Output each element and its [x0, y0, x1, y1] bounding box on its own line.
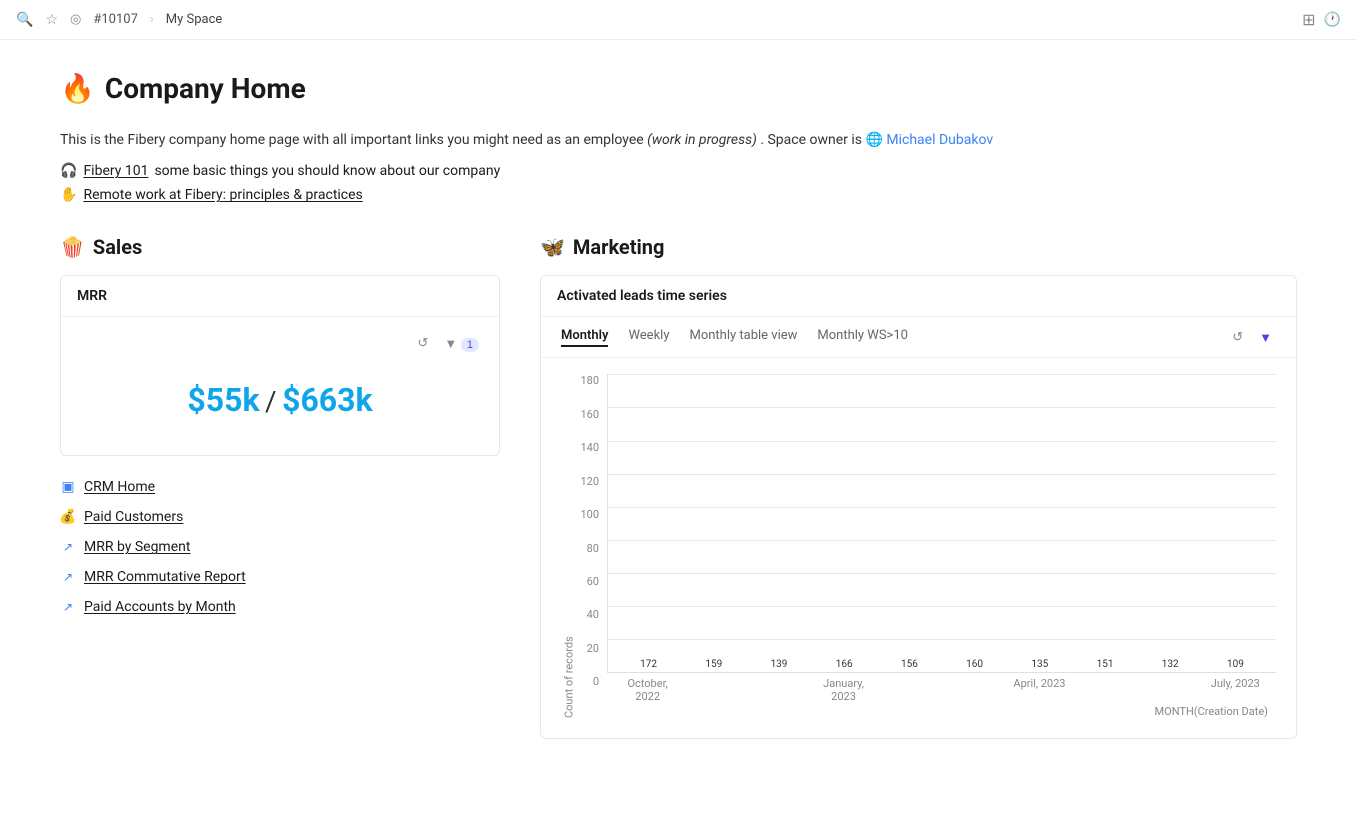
top-bar-right: ⊞ 🕐 — [1302, 10, 1341, 29]
space-name[interactable]: My Space — [166, 12, 223, 27]
chart-area: Count of records 180 160 140 120 100 80 … — [541, 358, 1296, 738]
sales-title: 🍿 Sales — [60, 235, 500, 259]
page-title-area: 🔥 Company Home — [60, 72, 1297, 105]
x-axis: October, 2022 January, 2023 April, 2023 — [607, 672, 1276, 703]
marketing-title-text: Marketing — [573, 235, 665, 259]
chart-tab-actions: ↺ ▼ — [1228, 327, 1276, 347]
ticket-id: #10107 — [93, 12, 138, 27]
refresh-button[interactable]: ↺ — [413, 333, 432, 353]
bar-col-7: 135 — [1007, 659, 1072, 672]
chart-tabs-left: Monthly Weekly Monthly table view Monthl… — [561, 328, 908, 347]
tab-weekly[interactable]: Weekly — [628, 328, 669, 347]
history-icon[interactable]: 🕐 — [1324, 12, 1341, 28]
tab-monthly-ws10[interactable]: Monthly WS>10 — [817, 328, 908, 347]
bar-col-2: 159 — [681, 659, 746, 672]
tab-monthly[interactable]: Monthly — [561, 328, 608, 347]
marketing-column: 🦋 Marketing Activated leads time series … — [540, 235, 1297, 739]
mrr-widget: ↺ ▼ 1 $55k / $663k — [61, 317, 499, 455]
trend-icon: ↗ — [60, 539, 76, 555]
top-bar: 🔍 ☆ ◎ #10107 › My Space ⊞ 🕐 — [0, 0, 1357, 40]
bar-col-8: 151 — [1072, 659, 1137, 672]
remote-work-anchor[interactable]: Remote work at Fibery: principles & prac… — [83, 187, 362, 203]
mrr-by-segment-link[interactable]: ↗ MRR by Segment — [60, 532, 500, 562]
bar-col-9: 132 — [1138, 659, 1203, 672]
expand-icon[interactable]: ⊞ — [1302, 10, 1315, 29]
marketing-title: 🦋 Marketing — [540, 235, 1297, 259]
wip-text: (work in progress) — [647, 132, 757, 148]
sales-column: 🍿 Sales MRR ↺ ▼ 1 $55k — [60, 235, 500, 739]
owner-link[interactable]: Michael Dubakov — [886, 132, 993, 148]
sales-emoji: 🍿 — [60, 235, 85, 259]
page-title-text: Company Home — [105, 72, 306, 105]
crm-icon: ▣ — [60, 479, 76, 495]
bars-container: 172 159 — [607, 374, 1276, 672]
bar-col-1: 172 — [616, 659, 681, 672]
mrr-current: $55k — [187, 381, 259, 419]
bar-col-6: 160 — [942, 659, 1007, 672]
bar-col-10: 109 — [1203, 659, 1268, 672]
paid-customers-link[interactable]: 💰 Paid Customers — [60, 502, 500, 532]
marketing-emoji: 🦋 — [540, 235, 565, 259]
mrr-commutative-link[interactable]: ↗ MRR Commutative Report — [60, 562, 500, 592]
sales-links: ▣ CRM Home 💰 Paid Customers ↗ MRR by Seg… — [60, 472, 500, 622]
y-axis-label: Count of records — [561, 374, 577, 718]
mrr-card-header: MRR — [61, 276, 499, 317]
bar-col-4: 166 — [812, 659, 877, 672]
ticket-icon: ◎ — [70, 12, 81, 27]
filter-button[interactable]: ▼ 1 — [440, 333, 483, 353]
crm-home-link[interactable]: ▣ CRM Home — [60, 472, 500, 502]
trend2-icon: ↗ — [60, 569, 76, 585]
star-icon[interactable]: ☆ — [45, 12, 58, 28]
main-content: 🔥 Company Home This is the Fibery compan… — [0, 40, 1357, 771]
bar-col-5: 156 — [877, 659, 942, 672]
page-description: This is the Fibery company home page wit… — [60, 129, 1297, 151]
fibery-101-anchor[interactable]: Fibery 101 — [83, 163, 148, 179]
money-icon: 💰 — [60, 509, 76, 525]
filter-badge: 1 — [461, 338, 479, 352]
paid-accounts-link[interactable]: ↗ Paid Accounts by Month — [60, 592, 500, 622]
chart-filter-button[interactable]: ▼ — [1255, 328, 1276, 347]
mrr-card: MRR ↺ ▼ 1 $55k / $663k — [60, 275, 500, 456]
sales-title-text: Sales — [93, 235, 142, 259]
owner-avatar: 🌐 — [865, 132, 886, 148]
trend3-icon: ↗ — [60, 599, 76, 615]
bar-col-3: 139 — [746, 659, 811, 672]
two-col-layout: 🍿 Sales MRR ↺ ▼ 1 $55k — [60, 235, 1297, 739]
remote-work-link[interactable]: ✋ Remote work at Fibery: principles & pr… — [60, 187, 1297, 203]
breadcrumb: 🔍 ☆ ◎ #10107 › My Space — [16, 12, 222, 28]
page-title-emoji: 🔥 — [60, 72, 95, 105]
chart-refresh-button[interactable]: ↺ — [1228, 327, 1247, 347]
tab-monthly-table[interactable]: Monthly table view — [689, 328, 797, 347]
x-axis-title: MONTH(Creation Date) — [607, 705, 1276, 718]
fibery-101-link[interactable]: 🎧 Fibery 101 some basic things you shoul… — [60, 163, 1297, 179]
marketing-card: Activated leads time series Monthly Week… — [540, 275, 1297, 739]
y-axis: 180 160 140 120 100 80 60 40 20 0 — [577, 374, 607, 718]
marketing-card-header: Activated leads time series — [541, 276, 1296, 317]
mrr-separator: / — [265, 385, 277, 418]
bars-group: 172 159 — [608, 374, 1276, 672]
mrr-actions: ↺ ▼ 1 — [77, 333, 483, 353]
search-icon[interactable]: 🔍 — [16, 12, 33, 28]
mrr-target: $663k — [282, 381, 373, 419]
chart-tabs: Monthly Weekly Monthly table view Monthl… — [541, 317, 1296, 358]
mrr-value: $55k / $663k — [77, 361, 483, 439]
